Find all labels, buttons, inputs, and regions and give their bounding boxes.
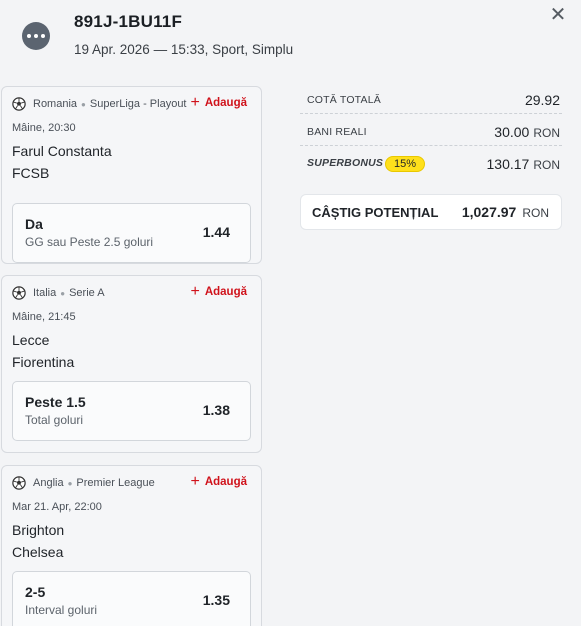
market-name: GG sau Peste 2.5 goluri: [25, 235, 154, 249]
real-money-row: BANI REALI 30.00 RON: [300, 118, 562, 146]
country-label: Anglia: [33, 477, 64, 489]
selection-box[interactable]: Peste 1.5 Total goluri 1.38: [12, 381, 251, 441]
currency-label: RON: [533, 158, 560, 172]
country-label: Romania: [33, 98, 78, 110]
competition: Italia ● Serie A: [12, 286, 105, 300]
add-label: Adaugă: [204, 97, 247, 109]
separator-dot: ●: [81, 99, 86, 109]
away-team: Chelsea: [12, 544, 64, 560]
add-label: Adaugă: [204, 286, 247, 298]
superbonus-percent-badge: 15%: [385, 156, 426, 172]
bet-card: Italia ● Serie A + Adaugă Mâine, 21:45 Le…: [1, 275, 262, 453]
home-team: Lecce: [12, 332, 50, 348]
superbonus-row: SUPERBONUS 15% 130.17 RON: [300, 150, 562, 178]
real-money-label: BANI REALI: [307, 126, 367, 138]
more-dots-icon[interactable]: [22, 22, 50, 50]
close-icon[interactable]: ✕: [548, 4, 568, 24]
add-button[interactable]: + Adaugă: [190, 283, 247, 300]
selection-name: 2-5: [25, 584, 46, 600]
currency-label: RON: [522, 206, 549, 220]
potential-win-value: 1,027.97 RON: [462, 204, 549, 220]
potential-win-box: CÂȘTIG POTENȚIAL 1,027.97 RON: [300, 194, 562, 230]
selection-box[interactable]: Da GG sau Peste 2.5 goluri 1.44: [12, 203, 251, 263]
selection-odds: 1.44: [202, 224, 230, 240]
real-money-value: 30.00 RON: [494, 124, 560, 140]
real-money-number: 30.00: [494, 124, 530, 140]
ticket-id: 891J-1BU11F: [74, 12, 183, 31]
superbonus-value: 130.17 RON: [487, 156, 561, 172]
selection-name: Da: [25, 216, 43, 232]
plus-icon: +: [190, 473, 200, 490]
selection-odds: 1.38: [202, 402, 230, 418]
add-button[interactable]: + Adaugă: [190, 473, 247, 490]
ticket-header: 891J-1BU11F 19 Apr. 2026 — 15:33, Sport,…: [0, 0, 581, 84]
football-icon: [12, 476, 26, 490]
league-label: SuperLiga - Playout: [89, 98, 187, 110]
event-time: Mar 21. Apr, 22:00: [12, 501, 102, 513]
plus-icon: +: [190, 283, 200, 300]
selection-odds: 1.35: [202, 592, 230, 608]
competition: Romania ● SuperLiga - Playout: [12, 97, 187, 111]
ticket-meta: 19 Apr. 2026 — 15:33, Sport, Simplu: [74, 42, 294, 57]
total-odds-value: 29.92: [525, 92, 560, 108]
away-team: FCSB: [12, 165, 50, 181]
currency-label: RON: [533, 126, 560, 140]
plus-icon: +: [190, 94, 200, 111]
football-icon: [12, 286, 26, 300]
superbonus-number: 130.17: [486, 156, 530, 172]
home-team: Brighton: [12, 522, 65, 538]
event-time: Mâine, 20:30: [12, 122, 76, 134]
home-team: Farul Constanta: [12, 143, 112, 159]
league-label: Premier League: [76, 477, 155, 489]
bet-card: Romania ● SuperLiga - Playout + Adaugă Mâ…: [1, 86, 262, 264]
market-name: Total goluri: [25, 413, 84, 427]
bet-card: Anglia ● Premier League + Adaugă Mar 21. …: [1, 465, 262, 626]
away-team: Fiorentina: [12, 354, 75, 370]
selection-name: Peste 1.5: [25, 394, 86, 410]
add-button[interactable]: + Adaugă: [190, 94, 247, 111]
add-label: Adaugă: [204, 476, 247, 488]
potential-win-label: CÂȘTIG POTENȚIAL: [312, 205, 439, 220]
total-odds-row: COTĂ TOTALĂ 29.92: [300, 86, 562, 114]
football-icon: [12, 97, 26, 111]
potential-win-number: 1,027.97: [461, 204, 517, 220]
total-odds-number: 29.92: [524, 92, 560, 108]
market-name: Interval goluri: [25, 603, 98, 617]
superbonus-label: SUPERBONUS: [307, 157, 384, 169]
separator-dot: ●: [60, 288, 66, 298]
event-time: Mâine, 21:45: [12, 311, 76, 323]
country-label: Italia: [33, 287, 57, 299]
competition: Anglia ● Premier League: [12, 476, 155, 490]
separator-dot: ●: [67, 478, 73, 488]
league-label: Serie A: [69, 287, 105, 299]
total-odds-label: COTĂ TOTALĂ: [307, 94, 381, 106]
selection-box[interactable]: 2-5 Interval goluri 1.35: [12, 571, 251, 626]
